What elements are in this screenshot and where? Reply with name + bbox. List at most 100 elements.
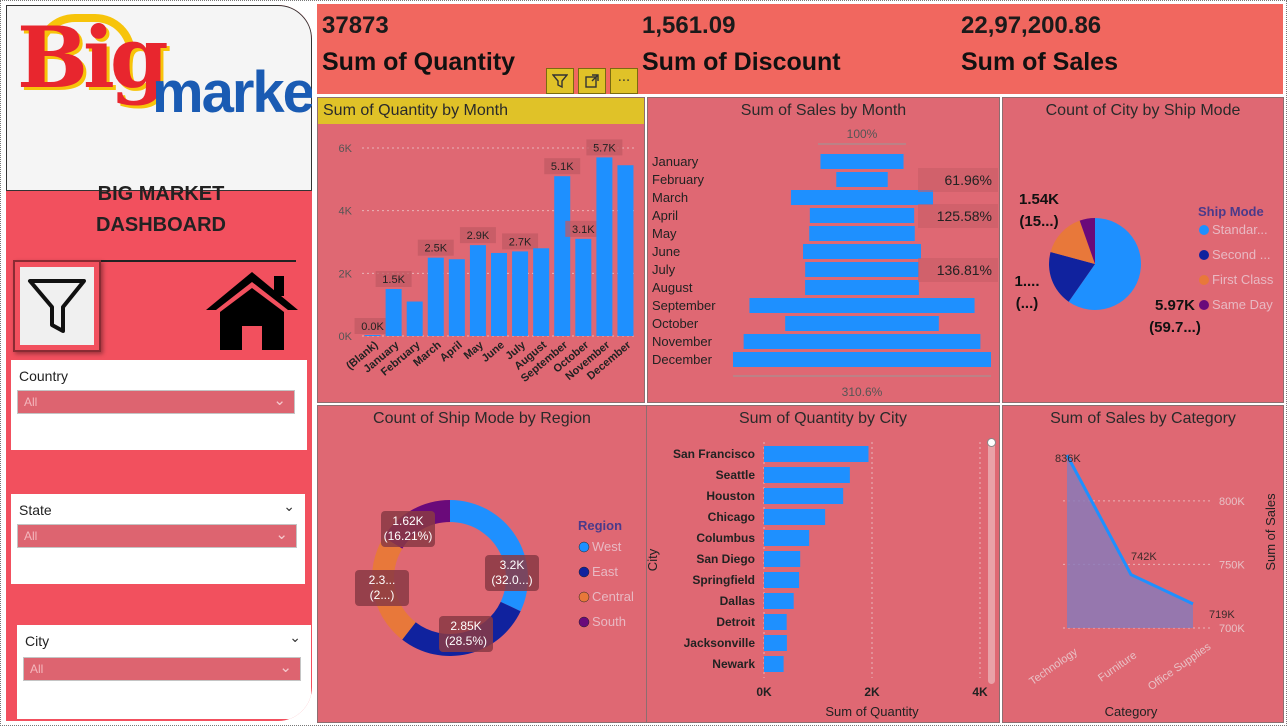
- focus-mode-button[interactable]: [578, 68, 606, 94]
- legend-marker: [1199, 225, 1209, 235]
- month-label: November: [652, 334, 713, 349]
- city-label: San Francisco: [673, 447, 755, 461]
- kpi-bar: 37873 Sum of Quantity 1,561.09 Sum of Di…: [317, 4, 1283, 94]
- city-label: Dallas: [720, 594, 756, 608]
- dashboard-title: BIG MARKET DASHBOARD: [91, 179, 231, 241]
- legend-marker: [578, 566, 590, 578]
- scrollbar-track[interactable]: [988, 440, 995, 684]
- data-label: 0.0K: [361, 321, 384, 333]
- filter-icon-button[interactable]: [546, 68, 574, 94]
- donut-label-pct: (16.21%): [384, 529, 433, 543]
- city-slicer-label: City: [25, 633, 50, 649]
- legend-label: First Class: [1212, 272, 1274, 287]
- y-tick-label: 6K: [339, 143, 353, 155]
- legend-label: Central: [592, 589, 634, 604]
- city-label: San Diego: [696, 552, 755, 566]
- bar: [512, 251, 529, 336]
- state-slicer-label: State: [19, 502, 52, 518]
- kpi-quantity[interactable]: 37873 Sum of Quantity: [322, 12, 515, 77]
- legend-marker: [578, 591, 590, 603]
- city-by-shipmode-visual[interactable]: Count of City by Ship Mode 5.97K (59.7...…: [1002, 97, 1284, 403]
- bar: [764, 551, 801, 567]
- country-dropdown[interactable]: All ⌄: [17, 390, 295, 414]
- city-dropdown-value: All: [30, 662, 44, 676]
- chevron-down-icon[interactable]: ⌄: [289, 630, 301, 646]
- callout-label: 125.58%: [937, 208, 992, 224]
- bar: [764, 614, 787, 630]
- data-label: 1.5K: [382, 274, 405, 286]
- quantity-by-city-chart: San Francisco Seattle Houston Chicago Columb…: [647, 442, 988, 719]
- sales-by-month-visual[interactable]: Sum of Sales by Month 100% January Februar…: [647, 97, 1000, 403]
- data-label: 742K: [1131, 551, 1157, 563]
- funnel-bar: [805, 262, 919, 277]
- home-button[interactable]: [202, 268, 302, 352]
- donut-label: 3.2K: [500, 558, 525, 572]
- data-label: 719K: [1209, 609, 1235, 621]
- y-tick-label: 700K: [1219, 623, 1245, 635]
- x-tick-label: June: [480, 339, 507, 365]
- data-label: 836K: [1055, 453, 1081, 465]
- visual-header-toolbar: ···: [546, 68, 638, 94]
- bar: [575, 238, 592, 336]
- month-label: May: [652, 226, 677, 241]
- kpi-discount-label: Sum of Discount: [642, 48, 841, 76]
- bar: [469, 245, 486, 336]
- donut-label-pct: (2...): [370, 588, 395, 602]
- bar: [427, 257, 444, 336]
- funnel-bar: [749, 298, 975, 313]
- shipmode-by-region-chart: 3.2K(32.0...) 2.85K(28.5%) 2.3...(2...) 1.6…: [355, 500, 634, 656]
- x-axis-title: Category: [1105, 704, 1158, 719]
- sales-by-month-chart: 100% January February March April May June July…: [652, 127, 998, 399]
- chevron-down-icon[interactable]: ⌄: [283, 499, 295, 515]
- month-label: June: [652, 244, 680, 259]
- dashboard-title-line1: BIG MARKET: [97, 183, 225, 205]
- y-tick-label: 2K: [339, 268, 353, 280]
- legend-title: Region: [578, 518, 622, 533]
- chevron-down-icon: ⌄: [279, 658, 292, 676]
- filter-panel-button[interactable]: [13, 260, 101, 352]
- sidebar: Big market BIG MARKET DASHBOARD Country: [6, 5, 312, 721]
- legend-marker: [1199, 250, 1209, 260]
- legend-label: Same Day: [1212, 297, 1273, 312]
- quantity-by-month-title: Sum of Quantity by Month: [323, 102, 508, 119]
- city-label: Seattle: [716, 468, 756, 482]
- y-tick-label: 0K: [339, 331, 353, 343]
- quantity-by-month-visual[interactable]: Sum of Quantity by Month 0K 2K 4K 6K 0.0K (Bl…: [317, 97, 645, 403]
- data-label: 2.9K: [467, 230, 490, 242]
- y-axis-title: Sum of Sales: [1263, 493, 1278, 571]
- legend-label: South: [592, 614, 626, 629]
- kpi-quantity-label: Sum of Quantity: [322, 48, 516, 76]
- kpi-quantity-value: 37873: [322, 12, 389, 39]
- state-dropdown[interactable]: All ⌄: [17, 524, 297, 548]
- legend-marker: [578, 541, 590, 553]
- logo-box: Big market: [6, 5, 312, 191]
- more-options-button[interactable]: ···: [610, 68, 638, 94]
- bar: [364, 335, 381, 336]
- kpi-sales[interactable]: 22,97,200.86 Sum of Sales: [961, 12, 1118, 77]
- city-slicer: City ⌄ All ⌄: [17, 625, 311, 719]
- dashboard-title-line2: DASHBOARD: [96, 214, 226, 236]
- country-dropdown-value: All: [24, 395, 38, 409]
- kpi-discount[interactable]: 1,561.09 Sum of Discount: [642, 12, 841, 77]
- country-slicer: Country All ⌄: [11, 360, 307, 450]
- data-label: 2.7K: [509, 236, 532, 248]
- scrollbar-thumb[interactable]: [987, 438, 996, 447]
- top-percentage-label: 100%: [847, 127, 878, 141]
- quantity-by-city-visual[interactable]: Sum of Quantity by City San Francisco Sea…: [647, 405, 1000, 723]
- bar: [385, 289, 402, 336]
- month-label: February: [652, 172, 705, 187]
- kpi-discount-value: 1,561.09: [642, 12, 736, 39]
- legend-marker: [578, 616, 590, 628]
- bar: [554, 176, 571, 336]
- quantity-by-month-chart: 0K2K4K6K0.0K(Blank)1.5KJanuaryFebruary2.…: [339, 139, 636, 385]
- x-tick-label: 2K: [864, 685, 880, 699]
- city-dropdown[interactable]: All ⌄: [23, 657, 301, 681]
- bar: [764, 593, 794, 609]
- state-slicer: State ⌄ All ⌄: [11, 494, 305, 584]
- city-label: Detroit: [716, 615, 755, 629]
- shipmode-by-region-visual[interactable]: Count of Ship Mode by Region 3.2K (32.0..…: [317, 405, 647, 723]
- data-label: 5.1K: [551, 161, 574, 173]
- city-label: Jacksonville: [684, 636, 756, 650]
- sales-by-category-visual[interactable]: Sum of Sales by Category 700K 750K 800K 836…: [1002, 405, 1284, 723]
- month-label: August: [652, 280, 693, 295]
